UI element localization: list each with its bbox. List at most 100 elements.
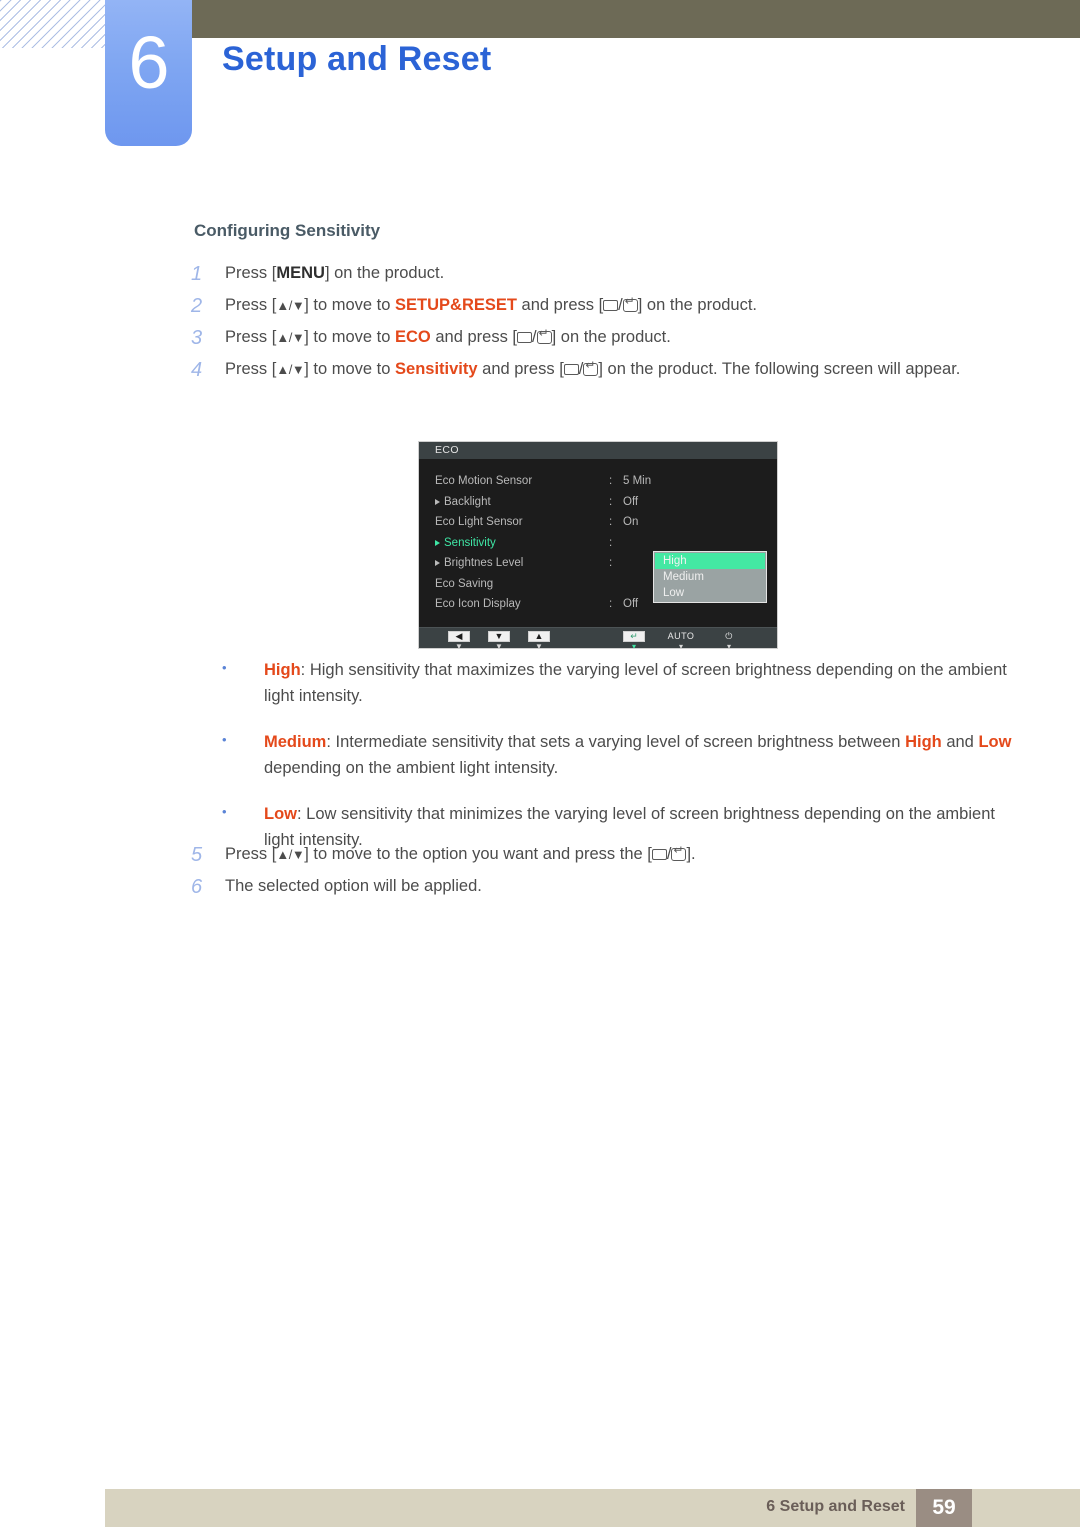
osd-menu-item[interactable]: Sensitivity:	[419, 533, 777, 554]
step-item: 1 Press [MENU] on the product.	[191, 262, 1021, 287]
down-arrow-button-glyph: ▼	[488, 631, 510, 642]
source-key-icon	[603, 300, 619, 311]
osd-item-label: Eco Light Sensor	[435, 516, 523, 529]
body-text: ] to move to	[304, 360, 396, 378]
osd-menu-item[interactable]: Eco Light Sensor: On	[419, 512, 777, 533]
step-item: 3 Press [▲/▼] to move to ECO and press [/…	[191, 326, 1021, 351]
chapter-title: Setup and Reset	[222, 40, 492, 78]
up-arrow-button[interactable]: ▲ ▼	[527, 631, 551, 649]
osd-item-value: 5 Min	[623, 475, 652, 488]
osd-item-label: Sensitivity	[435, 537, 609, 549]
submenu-arrow-icon	[435, 498, 440, 505]
updown-arrow-icon: ▲/▼	[276, 330, 305, 345]
body-text: ].	[686, 845, 696, 863]
body-text: Press [	[225, 360, 277, 378]
bullet-item: • Medium: Intermediate sensitivity that s…	[222, 729, 1022, 782]
dropdown-option-medium[interactable]: Medium	[655, 569, 765, 585]
osd-title: ECO	[419, 442, 777, 459]
osd-item-label: Brightnes Level	[435, 557, 609, 569]
header-olive-bar	[192, 0, 1080, 38]
dropdown-option-low[interactable]: Low	[655, 585, 765, 601]
footer-bar: 6 Setup and Reset 59	[105, 1489, 1080, 1527]
emphasis-term: High	[264, 661, 301, 679]
body-text: Press [	[225, 296, 277, 314]
osd-colon: :	[609, 598, 613, 611]
body-text: and press [	[516, 296, 604, 314]
document-page: 6 Setup and Reset Configuring Sensitivit…	[0, 0, 1080, 1527]
up-arrow-button-caption: ▼	[535, 642, 543, 649]
step-text: Press [▲/▼] to move to ECO and press [/]…	[225, 326, 1021, 350]
osd-colon: :	[609, 495, 613, 508]
osd-button-bar: ◀ ▼ ▼ ▼ ▲ ▼ ↵ ▾ AUTO ▾ ⏻ ▾	[419, 627, 777, 649]
left-arrow-button-glyph: ◀	[448, 631, 470, 642]
body-text: ] on the product. The following screen w…	[598, 360, 961, 378]
steps-list-primary: 1 Press [MENU] on the product. 2 Press [▲/▼…	[191, 262, 1021, 390]
power-button-caption: ▾	[726, 642, 731, 649]
body-text: ] on the product.	[637, 296, 758, 314]
steps-list-secondary: 5 Press [▲/▼] to move to the option you w…	[191, 843, 1021, 907]
down-arrow-button-caption: ▼	[495, 642, 503, 649]
sensitivity-dropdown[interactable]: High Medium Low	[653, 551, 767, 603]
bullet-marker-icon: •	[222, 731, 227, 747]
left-arrow-button[interactable]: ◀ ▼	[447, 631, 471, 649]
osd-colon: :	[609, 475, 613, 488]
emphasis-term: SETUP&RESET	[395, 296, 517, 314]
bullet-item: • High: High sensitivity that maximizes t…	[222, 657, 1022, 710]
body-text: : Intermediate sensitivity that sets a v…	[326, 732, 906, 751]
step-number: 4	[191, 359, 203, 381]
enter-button[interactable]: ↵ ▾	[622, 631, 646, 648]
body-text: depending on the ambient light intensity…	[264, 759, 559, 778]
source-key-icon	[517, 332, 532, 343]
body-text: Press [	[225, 264, 277, 282]
left-arrow-button-caption: ▼	[455, 642, 463, 649]
osd-item-value: On	[623, 516, 639, 529]
step-number: 3	[191, 327, 203, 349]
body-text: ] on the product.	[324, 264, 445, 282]
footer-chapter-label: 6 Setup and Reset	[766, 1498, 905, 1515]
emphasis-term: Sensitivity	[395, 360, 478, 378]
body-text: Press [	[225, 845, 277, 863]
page-number-badge: 59	[916, 1489, 972, 1527]
down-arrow-button[interactable]: ▼ ▼	[487, 631, 511, 649]
options-description-list: • High: High sensitivity that maximizes t…	[222, 657, 1022, 872]
step-text: Press [MENU] on the product.	[225, 262, 1021, 286]
step-text: The selected option will be applied.	[225, 875, 1021, 899]
body-text: ] to move to	[304, 296, 396, 314]
enter-key-icon	[536, 327, 552, 344]
power-button-glyph: ⏻	[725, 631, 733, 641]
emphasis-term: Low	[978, 732, 1012, 751]
step-number: 1	[191, 263, 203, 285]
body-text: ] to move to	[304, 328, 396, 346]
step-number: 5	[191, 844, 203, 866]
power-button[interactable]: ⏻ ▾	[711, 631, 747, 649]
osd-item-label: Eco Icon Display	[435, 598, 521, 611]
step-item: 4 Press [▲/▼] to move to Sensitivity and …	[191, 358, 1021, 383]
osd-menu-item[interactable]: Eco Motion Sensor:5 Min	[419, 471, 777, 492]
enter-button-glyph: ↵	[623, 631, 645, 642]
body-text: Press [	[225, 328, 277, 346]
osd-item-value: Off	[623, 495, 639, 508]
chapter-number-badge: 6	[105, 0, 192, 146]
osd-colon: :	[609, 557, 613, 570]
source-key-icon	[563, 364, 579, 375]
body-text: and press [	[430, 328, 517, 346]
updown-arrow-icon: ▲/▼	[276, 847, 305, 862]
body-text: and press [	[477, 360, 564, 378]
enter-key-icon	[583, 359, 599, 376]
step-text: Press [▲/▼] to move to the option you wa…	[225, 843, 1021, 867]
dropdown-option-high[interactable]: High	[655, 553, 765, 569]
body-text: The selected option will be applied.	[225, 877, 482, 895]
updown-arrow-icon: ▲/▼	[276, 298, 305, 313]
auto-button[interactable]: AUTO ▾	[663, 631, 699, 648]
enter-key-icon	[671, 844, 687, 861]
step-item: 5 Press [▲/▼] to move to the option you w…	[191, 843, 1021, 868]
source-key-icon	[651, 849, 667, 860]
up-arrow-button-glyph: ▲	[528, 631, 550, 642]
body-text: : High sensitivity that maximizes the va…	[264, 661, 1007, 706]
step-item: 2 Press [▲/▼] to move to SETUP&RESET and …	[191, 294, 1021, 319]
enter-key-icon	[622, 295, 638, 312]
bullet-text: High: High sensitivity that maximizes th…	[264, 657, 1022, 710]
osd-menu-item[interactable]: Backlight: Off	[419, 492, 777, 513]
auto-button-glyph: AUTO	[667, 631, 695, 641]
step-text: Press [▲/▼] to move to Sensitivity and p…	[225, 358, 1021, 382]
